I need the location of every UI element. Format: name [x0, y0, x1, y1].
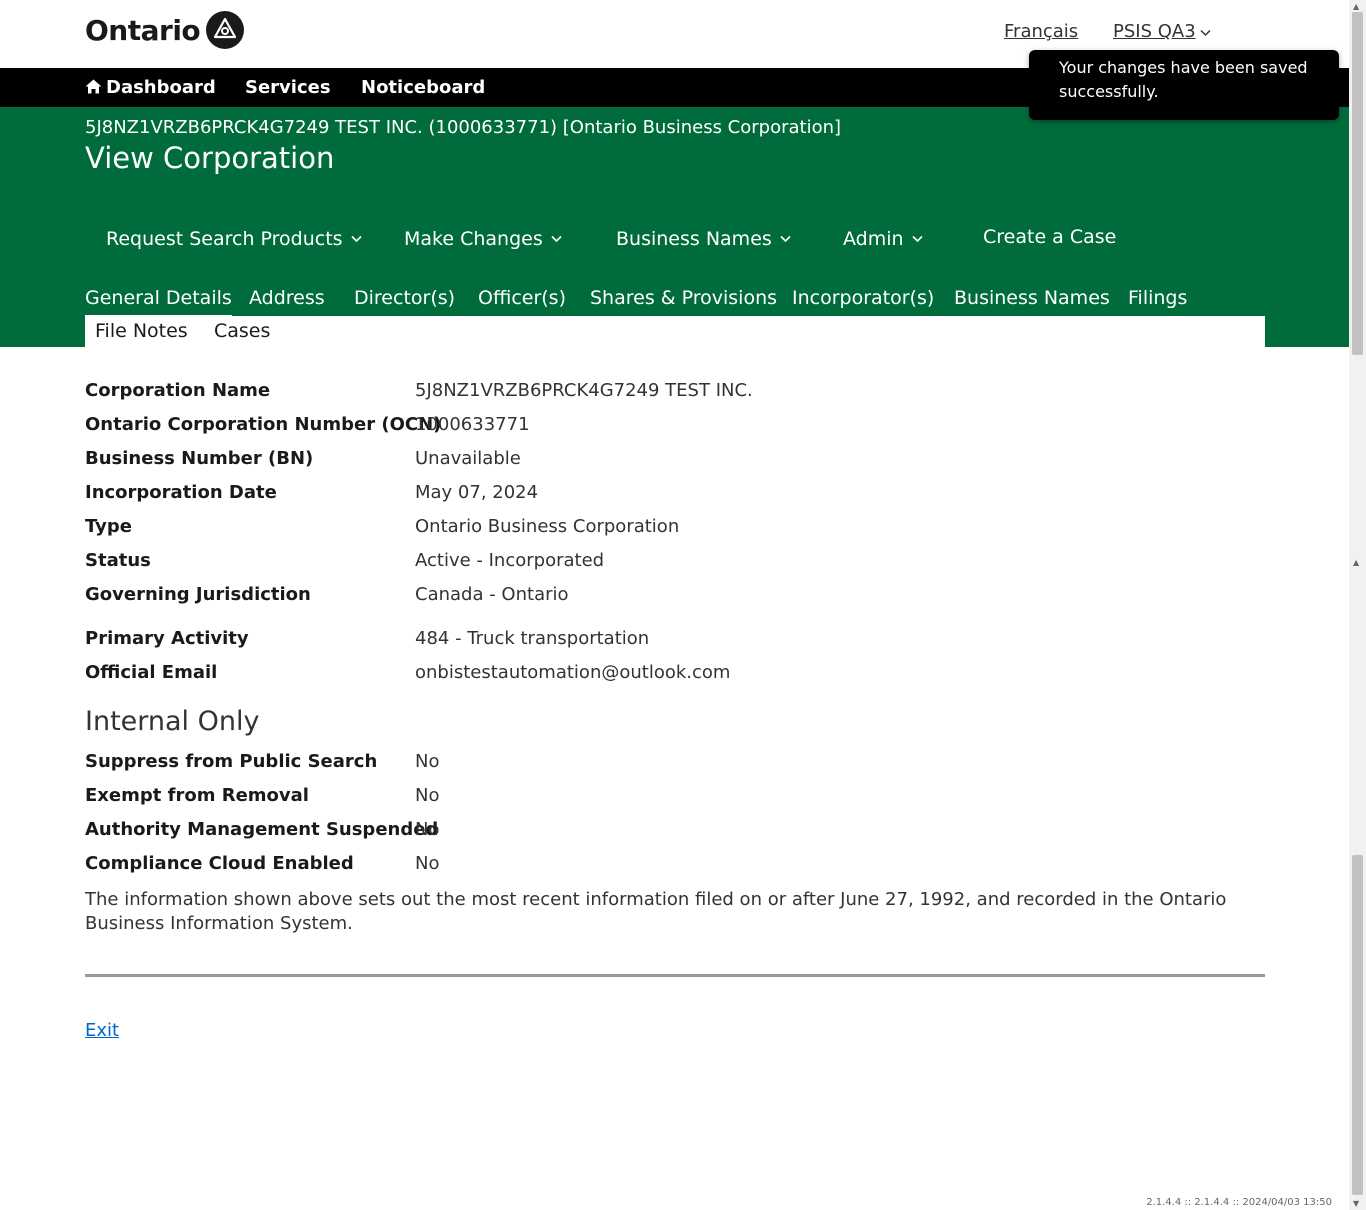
detail-value: No: [415, 751, 440, 772]
corporation-breadcrumb: 5J8NZ1VRZB6PRCK4G7249 TEST INC. (1000633…: [85, 117, 842, 138]
toast-message: Your changes have been saved successfull…: [1059, 58, 1308, 101]
detail-value: Active - Incorporated: [415, 550, 605, 571]
tab-general-details[interactable]: General Details: [85, 287, 232, 319]
detail-label: Primary Activity: [85, 628, 249, 649]
detail-value: No: [415, 785, 440, 806]
nav-noticeboard[interactable]: Noticeboard: [361, 77, 485, 98]
page-title: View Corporation: [85, 141, 335, 175]
tab-filings[interactable]: Filings: [1128, 287, 1187, 309]
scroll-down-arrow-icon[interactable]: ▼: [1353, 1199, 1359, 1208]
detail-value: 1000633771: [415, 414, 530, 435]
detail-label: Official Email: [85, 662, 218, 683]
request-search-products-label: Request Search Products: [106, 228, 343, 250]
detail-label: Exempt from Removal: [85, 785, 309, 806]
page: Ontario Français PSIS QA3 Dashboard Serv…: [0, 0, 1349, 1210]
scroll-thumb[interactable]: [1352, 855, 1363, 1195]
tab-shares-provisions[interactable]: Shares & Provisions: [590, 287, 777, 309]
request-search-products-menu[interactable]: Request Search Products: [106, 226, 362, 250]
detail-label: Incorporation Date: [85, 482, 277, 503]
tab-incorporators[interactable]: Incorporator(s): [792, 287, 934, 309]
scroll-up-arrow-icon[interactable]: ▲: [1353, 558, 1359, 567]
detail-value: 5J8NZ1VRZB6PRCK4G7249 TEST INC.: [415, 380, 753, 401]
detail-value: Unavailable: [415, 448, 521, 469]
chevron-down-icon: [1200, 26, 1211, 40]
version-footer: 2.1.4.4 :: 2.1.4.4 :: 2024/04/03 13:50: [1146, 1197, 1332, 1208]
detail-label: Status: [85, 550, 151, 571]
language-toggle-link[interactable]: Français: [1004, 21, 1078, 42]
corporation-banner: 5J8NZ1VRZB6PRCK4G7249 TEST INC. (1000633…: [0, 107, 1349, 350]
chevron-down-icon: [551, 226, 562, 248]
make-changes-label: Make Changes: [404, 228, 543, 250]
user-menu[interactable]: PSIS QA3: [1113, 21, 1211, 42]
tab-address[interactable]: Address: [249, 287, 325, 309]
detail-value: Canada - Ontario: [415, 584, 569, 605]
detail-label: Governing Jurisdiction: [85, 584, 311, 605]
business-names-menu-label: Business Names: [616, 228, 772, 250]
detail-value: May 07, 2024: [415, 482, 539, 503]
tab-cases[interactable]: Cases: [214, 320, 270, 342]
detail-label: Compliance Cloud Enabled: [85, 853, 354, 874]
exit-link[interactable]: Exit: [85, 1020, 119, 1041]
detail-value: onbistestautomation@outlook.com: [415, 662, 731, 683]
detail-label: Business Number (BN): [85, 448, 314, 469]
make-changes-menu[interactable]: Make Changes: [404, 226, 562, 250]
chevron-down-icon: [351, 226, 362, 248]
user-menu-label: PSIS QA3: [1113, 21, 1196, 42]
divider: [85, 974, 1265, 977]
detail-label: Corporation Name: [85, 380, 271, 401]
tab-business-names[interactable]: Business Names: [954, 287, 1110, 309]
business-names-menu[interactable]: Business Names: [616, 226, 791, 250]
detail-value: No: [415, 819, 440, 840]
internal-only-heading: Internal Only: [85, 706, 260, 737]
chevron-down-icon: [911, 226, 923, 248]
logo-text: Ontario: [85, 13, 201, 47]
detail-label: Authority Management Suspended: [85, 819, 439, 840]
home-icon: [85, 78, 102, 99]
nav-dashboard[interactable]: Dashboard: [85, 77, 216, 99]
nav-dashboard-label: Dashboard: [106, 77, 216, 98]
nav-services[interactable]: Services: [245, 77, 331, 98]
tab-directors[interactable]: Director(s): [354, 287, 455, 309]
tab-row-secondary: File Notes Cases: [85, 316, 1265, 350]
tab-officers[interactable]: Officer(s): [478, 287, 566, 309]
detail-label: Suppress from Public Search: [85, 751, 378, 772]
detail-value: 484 - Truck transportation: [415, 628, 650, 649]
scroll-up-arrow-icon[interactable]: ▲: [1353, 2, 1359, 11]
page-scrollbar[interactable]: ▲ ▲ ▼: [1349, 0, 1366, 1210]
ontario-logo[interactable]: Ontario: [85, 11, 245, 49]
detail-label: Type: [85, 516, 132, 537]
chevron-down-icon: [780, 226, 791, 248]
admin-menu[interactable]: Admin: [843, 226, 923, 250]
disclaimer-text: The information shown above sets out the…: [85, 889, 1227, 934]
detail-label: Ontario Corporation Number (OCN): [85, 414, 442, 435]
tab-file-notes[interactable]: File Notes: [95, 320, 188, 342]
success-toast: Your changes have been saved successfull…: [1029, 50, 1339, 120]
detail-value: Ontario Business Corporation: [415, 516, 680, 537]
create-case-button[interactable]: Create a Case: [983, 226, 1116, 248]
detail-value: No: [415, 853, 440, 874]
trillium-logo-icon: [206, 11, 245, 49]
scroll-thumb[interactable]: [1352, 12, 1363, 355]
admin-menu-label: Admin: [843, 228, 904, 250]
